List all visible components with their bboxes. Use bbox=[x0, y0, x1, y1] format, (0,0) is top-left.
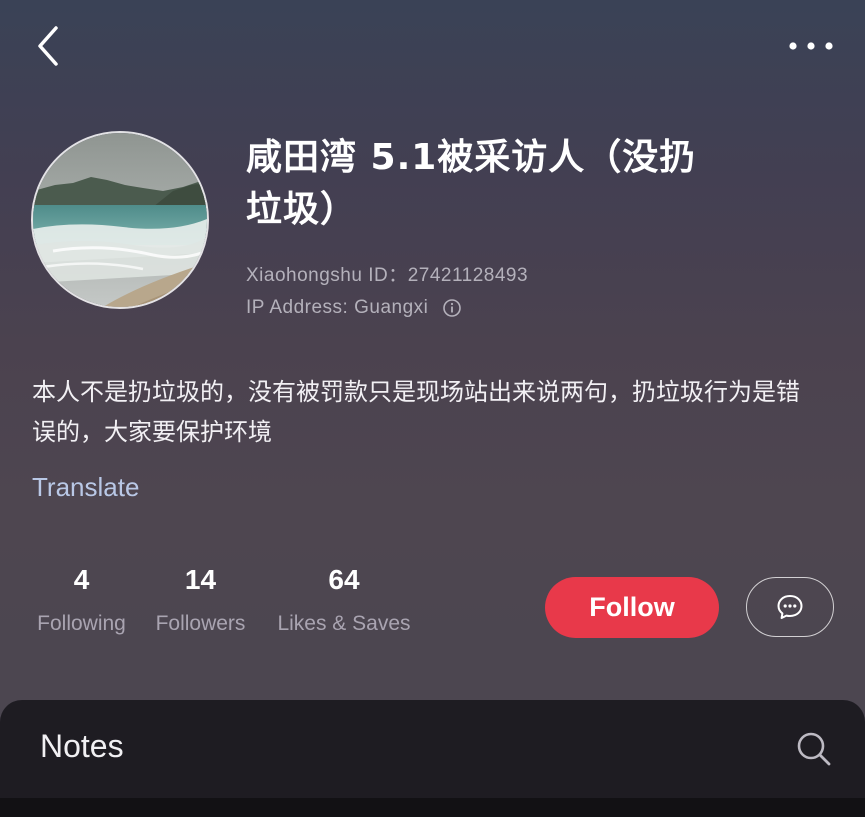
ip-address-row: IP Address: Guangxi bbox=[246, 297, 462, 319]
more-horizontal-icon bbox=[789, 42, 833, 50]
profile-name: 咸田湾 5.1被采访人（没扔垃圾） bbox=[246, 137, 697, 230]
message-button[interactable] bbox=[746, 577, 834, 637]
stat-following[interactable]: 4 Following bbox=[31, 562, 132, 636]
info-icon[interactable] bbox=[442, 298, 462, 318]
xiaohongshu-id: Xiaohongshu ID：27421128493 bbox=[246, 265, 529, 286]
translate-link[interactable]: Translate bbox=[32, 472, 139, 503]
avatar-beach-image bbox=[33, 133, 207, 307]
profile-page: 咸田湾 5.1被采访人（没扔垃圾） Xiaohongshu ID：2742112… bbox=[0, 0, 865, 817]
tab-notes[interactable]: Notes bbox=[40, 728, 124, 765]
back-button[interactable] bbox=[28, 22, 72, 70]
notes-content-area bbox=[0, 798, 865, 817]
more-options-button[interactable] bbox=[783, 26, 839, 66]
profile-bio: 本人不是扔垃圾的，没有被罚款只是现场站出来说两句，扔垃圾行为是错误的，大家要保护… bbox=[32, 378, 800, 446]
stat-followers[interactable]: 14 Followers bbox=[150, 562, 251, 636]
likes-saves-label: Likes & Saves bbox=[277, 612, 411, 635]
followers-count: 14 bbox=[184, 564, 217, 595]
followers-label: Followers bbox=[155, 612, 246, 635]
following-label: Following bbox=[37, 612, 126, 635]
follow-button[interactable]: Follow bbox=[545, 577, 719, 638]
notes-panel: Notes bbox=[0, 700, 865, 817]
chat-bubble-icon bbox=[777, 595, 803, 619]
search-icon[interactable] bbox=[795, 730, 833, 768]
ip-address: IP Address: Guangxi bbox=[246, 297, 429, 318]
likes-saves-count: 64 bbox=[328, 564, 360, 595]
following-count: 4 bbox=[73, 564, 90, 595]
avatar[interactable] bbox=[31, 131, 209, 309]
chevron-left-icon bbox=[38, 26, 58, 66]
stat-likes-saves[interactable]: 64 Likes & Saves bbox=[270, 562, 418, 636]
